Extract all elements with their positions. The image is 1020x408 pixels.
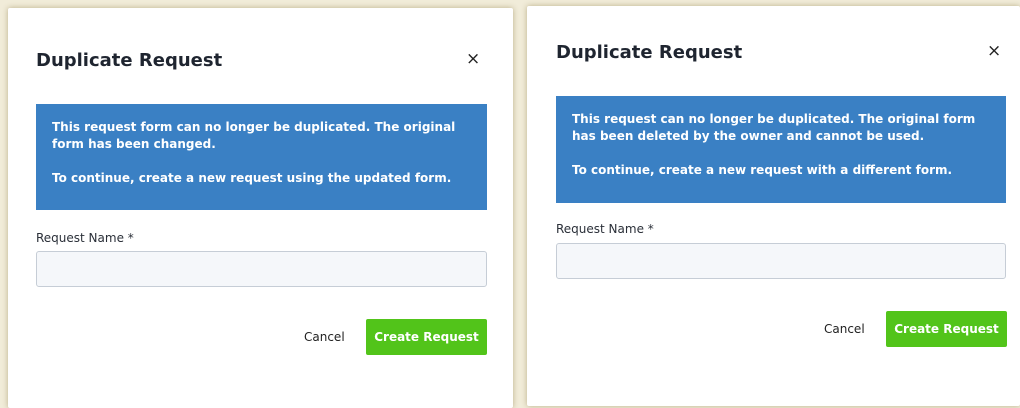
close-icon[interactable]: × bbox=[466, 51, 480, 68]
info-alert: This request form can no longer be dupli… bbox=[36, 104, 487, 210]
alert-instruction: To continue, create a new request with a… bbox=[572, 163, 953, 177]
dialog-title: Duplicate Request bbox=[556, 42, 743, 63]
duplicate-request-dialog-right: Duplicate Request × This request can no … bbox=[527, 6, 1020, 406]
request-name-label: Request Name * bbox=[36, 231, 134, 245]
request-name-label: Request Name * bbox=[556, 222, 654, 236]
cancel-button[interactable]: Cancel bbox=[304, 330, 345, 344]
create-request-button[interactable]: Create Request bbox=[366, 319, 487, 355]
cancel-button[interactable]: Cancel bbox=[824, 322, 865, 336]
create-request-button[interactable]: Create Request bbox=[886, 311, 1007, 347]
request-name-input[interactable] bbox=[556, 243, 1006, 279]
dialog-title: Duplicate Request bbox=[36, 50, 223, 71]
alert-instruction: To continue, create a new request using … bbox=[52, 171, 452, 185]
alert-message: This request can no longer be duplicated… bbox=[572, 112, 976, 143]
duplicate-request-dialog-left: Duplicate Request × This request form ca… bbox=[8, 8, 513, 408]
close-icon[interactable]: × bbox=[987, 43, 1001, 60]
alert-message: This request form can no longer be dupli… bbox=[52, 120, 456, 151]
info-alert: This request can no longer be duplicated… bbox=[556, 96, 1006, 203]
request-name-input[interactable] bbox=[36, 251, 487, 287]
